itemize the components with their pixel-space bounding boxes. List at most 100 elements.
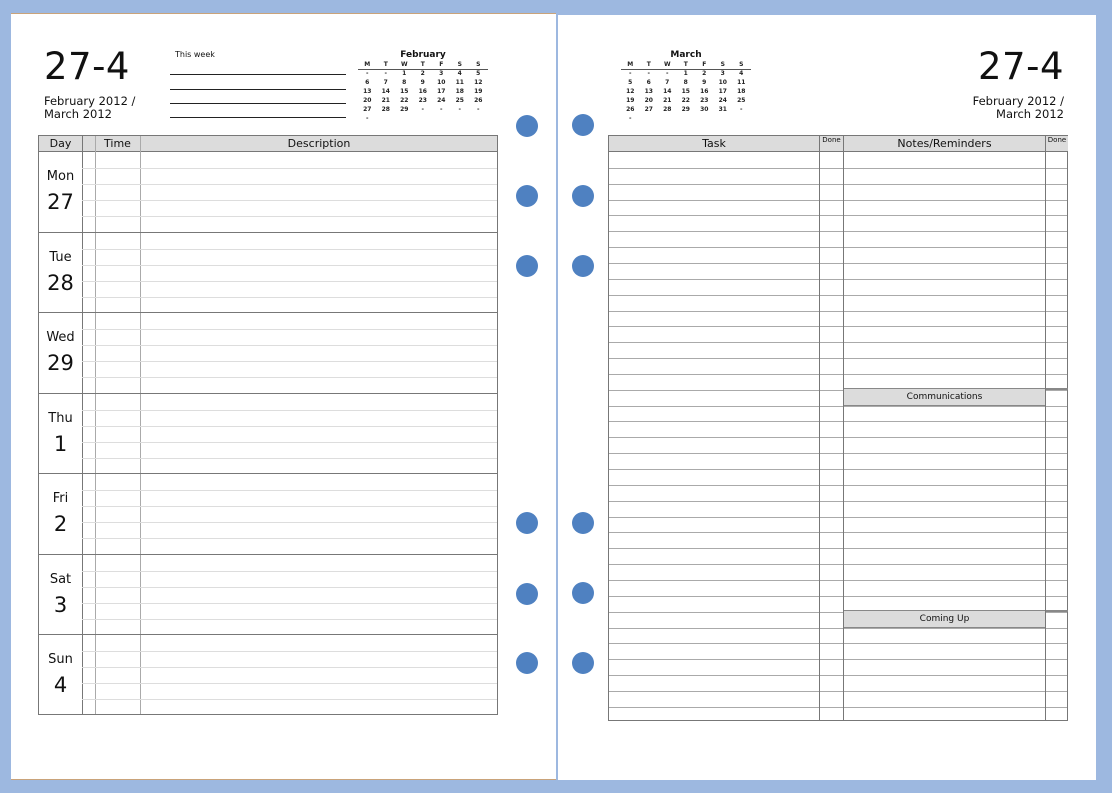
mini-day-cell: 2	[420, 70, 425, 78]
mini-day-cell: 5	[628, 79, 633, 86]
mini-day-cell: 8	[402, 79, 407, 86]
slot-line	[82, 538, 497, 539]
task-row-line	[609, 247, 1067, 249]
mini-calendar-title: February	[400, 50, 446, 60]
mini-day-cell: 11	[737, 79, 746, 86]
task-row-line	[609, 548, 1067, 550]
mini-day-cell: 29	[681, 106, 690, 113]
task-row-line	[609, 659, 1067, 661]
mini-day-cell: 7	[665, 79, 670, 86]
mini-day-cell: 22	[400, 97, 409, 104]
mini-day-cell: 20	[644, 97, 653, 104]
task-row-line	[609, 564, 1067, 566]
slot-line	[82, 280, 497, 282]
mini-day-cell: -	[477, 106, 480, 113]
schedule-header-row: Day Time Description	[39, 136, 497, 152]
slot-line	[82, 425, 497, 427]
task-row-line	[609, 231, 1067, 233]
binder-hole	[572, 652, 594, 674]
this-week-label: This week	[175, 50, 215, 59]
mini-day-cell: 21	[663, 97, 672, 104]
slot-line	[82, 683, 497, 684]
day-number: 28	[47, 270, 74, 295]
task-row-line	[609, 183, 1067, 185]
slot-line	[82, 264, 497, 266]
task-row-line	[609, 437, 1067, 439]
mini-day-cell: 17	[437, 88, 446, 95]
mini-day-cell: 1	[402, 70, 407, 78]
task-row-line	[609, 421, 1067, 423]
mini-day-cell: 31	[718, 106, 727, 113]
day-row-tue[interactable]: Tue 28	[39, 233, 497, 313]
mini-day-cell: -	[666, 70, 669, 78]
slot-line	[82, 570, 497, 572]
right-month-label-2: March 2012	[996, 107, 1064, 121]
weekly-schedule-table: Day Time Description Mon 27 Tue 28 Wed 29 Thu 1…	[38, 135, 498, 715]
day-row-thu[interactable]: Thu 1	[39, 394, 497, 474]
binder-hole	[516, 255, 538, 277]
col-divider	[843, 136, 844, 720]
day-name: Tue	[49, 249, 72, 265]
day-name: Sat	[49, 571, 72, 587]
slot-line	[82, 329, 497, 330]
task-row-line	[609, 484, 1067, 486]
mini-day-cell: -	[458, 106, 462, 113]
communications-header-fill	[1046, 388, 1068, 390]
slot-line	[82, 377, 497, 378]
mini-day-cell: 8	[683, 79, 688, 86]
mini-day-cell: 3	[720, 70, 725, 78]
task-row-line	[609, 532, 1067, 534]
slot-line	[82, 248, 497, 250]
binder-hole	[516, 185, 538, 207]
mini-day-cell	[677, 114, 696, 123]
done2-header-label: Done	[1047, 136, 1067, 144]
mini-day-cell: -	[366, 115, 369, 122]
mini-day-cell: 15	[681, 88, 690, 95]
slot-line	[82, 168, 497, 169]
task-row-line	[609, 215, 1067, 217]
col-header-task: Task	[609, 136, 820, 152]
task-row-line	[609, 167, 1067, 169]
task-row-line	[609, 278, 1067, 280]
done-header-label: Done	[822, 136, 841, 144]
task-row-line	[609, 453, 1067, 455]
day-row-sun[interactable]: Sun 4	[39, 635, 497, 716]
day-number: 4	[53, 673, 68, 697]
mini-day-cell: 19	[474, 88, 483, 95]
mini-day-cell: 13	[644, 88, 653, 95]
mini-weekday-header: T	[376, 60, 395, 70]
slot-line	[82, 184, 497, 185]
mini-day-cell: 14	[663, 88, 672, 95]
mini-day-cell: 28	[663, 106, 672, 113]
tasks-notes-table: Task Done Notes/Reminders Done Communica…	[608, 135, 1068, 721]
day-row-sat[interactable]: Sat 3	[39, 555, 497, 635]
mini-day-cell: -	[629, 70, 632, 78]
mini-weekday-header: W	[395, 60, 414, 70]
mini-day-cell: 28	[381, 106, 390, 113]
mini-day-cell	[640, 114, 659, 123]
task-row-line	[609, 469, 1067, 470]
col-divider	[819, 136, 820, 720]
mini-day-cell: 22	[681, 97, 690, 104]
slot-line	[82, 216, 497, 217]
mini-day-cell	[695, 114, 714, 123]
mini-day-cell: -	[740, 106, 743, 113]
mini-calendar-march: M T W T F S S - - -1 2 3 4 5 6 7 8 9 10 11 12 13 14 15 16 17 18 19 2…	[621, 60, 751, 123]
mini-day-cell: 11	[455, 79, 464, 86]
mini-day-cell: 24	[437, 97, 446, 104]
day-row-wed[interactable]: Wed 29	[39, 313, 497, 394]
mini-day-cell: 7	[383, 79, 388, 86]
mini-day-cell: 6	[646, 79, 651, 86]
slot-line	[82, 296, 497, 298]
slot-line	[82, 441, 497, 443]
day-row-fri[interactable]: Fri 2	[39, 474, 497, 555]
mini-day-cell: 13	[363, 88, 372, 95]
slot-line	[82, 522, 497, 523]
slot-line	[82, 667, 497, 668]
col-divider	[1045, 136, 1046, 720]
mini-calendar-title: March	[670, 50, 702, 60]
task-row-line	[609, 199, 1067, 201]
day-row-mon[interactable]: Mon 27	[39, 152, 497, 233]
mini-day-cell: 12	[626, 88, 635, 95]
task-row-line	[609, 690, 1067, 692]
